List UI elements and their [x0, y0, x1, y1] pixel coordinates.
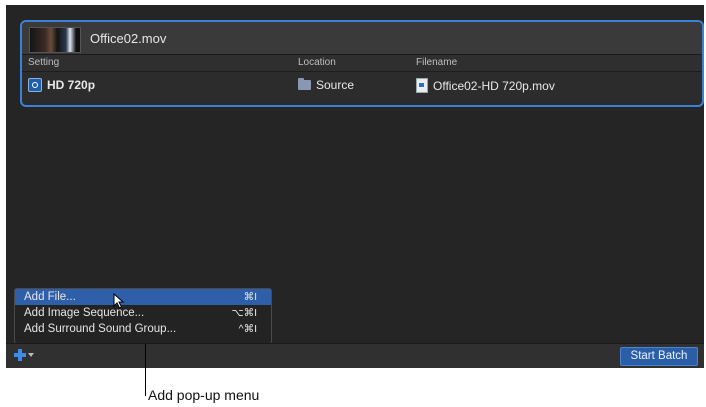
movie-file-icon: [416, 78, 428, 93]
job-row[interactable]: HD 720p Source Office02-HD 720p.mov: [22, 72, 702, 99]
start-batch-button[interactable]: Start Batch: [620, 347, 698, 366]
filename-value: Office02-HD 720p.mov: [433, 78, 555, 93]
add-plus-icon: [14, 349, 26, 361]
job-container[interactable]: Office02.mov Setting Location Filename H…: [20, 20, 704, 107]
setting-cell[interactable]: HD 720p: [28, 78, 95, 92]
column-header-bar: Setting Location Filename: [22, 55, 702, 72]
callout-label: Add pop-up menu: [148, 387, 260, 403]
location-value: Source: [316, 78, 355, 92]
add-popup-button[interactable]: [14, 349, 38, 363]
callout-line: [145, 344, 146, 396]
menu-item-add-image-sequence[interactable]: Add Image Sequence... ⌥⌘I: [15, 305, 271, 321]
setting-icon: [28, 78, 42, 92]
menu-item-label: Add Image Sequence...: [24, 307, 145, 319]
job-title: Office02.mov: [90, 31, 167, 46]
column-filename: Filename: [416, 57, 458, 68]
menu-item-add-file[interactable]: Add File... ⌘I: [15, 289, 271, 305]
video-thumbnail: [29, 27, 81, 53]
job-header[interactable]: Office02.mov: [22, 22, 702, 55]
bottom-toolbar: Start Batch: [6, 343, 704, 368]
setting-value: HD 720p: [47, 78, 96, 92]
menu-item-shortcut: ^⌘I: [238, 323, 257, 335]
menu-item-add-surround-sound-group[interactable]: Add Surround Sound Group... ^⌘I: [15, 321, 271, 337]
column-setting: Setting: [28, 57, 60, 68]
menu-item-label: Add Surround Sound Group...: [24, 323, 177, 335]
chevron-down-icon: [28, 353, 34, 357]
menu-item-label: Add File...: [24, 291, 76, 303]
filename-cell[interactable]: Office02-HD 720p.mov: [416, 78, 555, 93]
add-popup-menu: Add File... ⌘I Add Image Sequence... ⌥⌘I…: [14, 288, 272, 344]
cursor-icon: [113, 293, 125, 309]
folder-icon: [298, 78, 311, 90]
location-cell[interactable]: Source: [298, 78, 354, 92]
menu-item-shortcut: ⌘I: [243, 291, 257, 303]
menu-item-shortcut: ⌥⌘I: [231, 307, 257, 319]
column-location: Location: [298, 57, 336, 68]
